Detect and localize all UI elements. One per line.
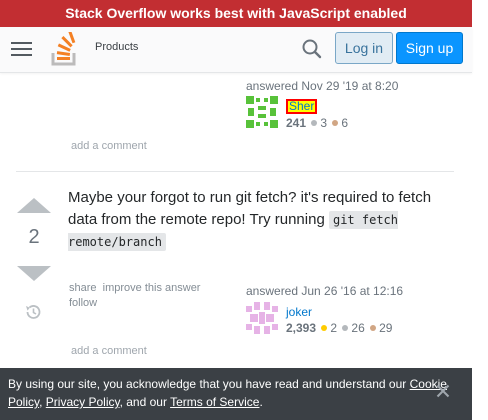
silver-badge-count: 3	[320, 116, 328, 130]
silver-badge-icon	[342, 325, 349, 332]
scrollbar-track[interactable]	[472, 0, 488, 420]
answered-timestamp: answered Nov 29 '19 at 8:20	[246, 79, 399, 93]
gold-badge-count: 2	[330, 321, 338, 335]
reputation-score: 2,393	[286, 321, 317, 335]
user-reputation: 2,393 2 26 29	[286, 321, 392, 335]
cookie-text: .	[259, 395, 263, 409]
bronze-badge-count: 29	[379, 321, 393, 335]
gold-badge-icon	[321, 325, 328, 332]
privacy-policy-link[interactable]: Privacy Policy	[46, 395, 120, 409]
stackoverflow-logo[interactable]	[51, 32, 78, 66]
search-icon[interactable]	[299, 36, 325, 62]
user-name-link[interactable]: Sher	[286, 99, 318, 114]
bronze-badge-icon	[332, 120, 339, 127]
terms-of-service-link[interactable]: Terms of Service	[170, 395, 259, 409]
top-bar: Products Log in Sign up	[0, 27, 472, 73]
add-comment-link[interactable]: add a comment	[71, 140, 147, 152]
history-icon[interactable]	[24, 303, 42, 321]
share-link[interactable]: share	[69, 282, 97, 294]
cookie-notice: By using our site, you acknowledge that …	[0, 368, 472, 420]
user-reputation: 241 3 6	[286, 116, 348, 130]
reputation-score: 241	[286, 116, 307, 130]
user-avatar[interactable]	[246, 302, 278, 334]
upvote-button[interactable]	[17, 198, 51, 213]
answered-timestamp: answered Jun 26 '16 at 12:16	[246, 284, 404, 298]
close-icon[interactable]	[436, 384, 450, 398]
bronze-badge-count: 6	[341, 116, 349, 130]
silver-badge-icon	[311, 120, 318, 127]
silver-badge-count: 26	[351, 321, 365, 335]
post-menu: share improve this answer follow	[69, 281, 200, 311]
cookie-text: By using our site, you acknowledge that …	[8, 377, 410, 391]
hamburger-icon[interactable]	[11, 40, 32, 58]
signup-button[interactable]: Sign up	[396, 32, 463, 64]
follow-link[interactable]: follow	[69, 297, 97, 309]
user-name-link[interactable]: joker	[286, 305, 312, 319]
login-button[interactable]: Log in	[335, 32, 393, 64]
answer-divider	[16, 171, 454, 172]
user-avatar[interactable]	[246, 96, 278, 128]
downvote-button[interactable]	[17, 266, 51, 281]
vote-count: 2	[28, 226, 40, 248]
answer-body: Maybe your forgot to run git fetch? it's…	[68, 187, 438, 253]
cookie-separator: ,	[39, 395, 46, 409]
cookie-text: , and our	[119, 395, 171, 409]
products-menu-link[interactable]: Products	[95, 41, 138, 53]
javascript-warning-banner: Stack Overflow works best with JavaScrip…	[0, 0, 472, 27]
add-comment-link[interactable]: add a comment	[71, 345, 147, 357]
bronze-badge-icon	[370, 325, 377, 332]
improve-answer-link[interactable]: improve this answer	[103, 282, 201, 294]
